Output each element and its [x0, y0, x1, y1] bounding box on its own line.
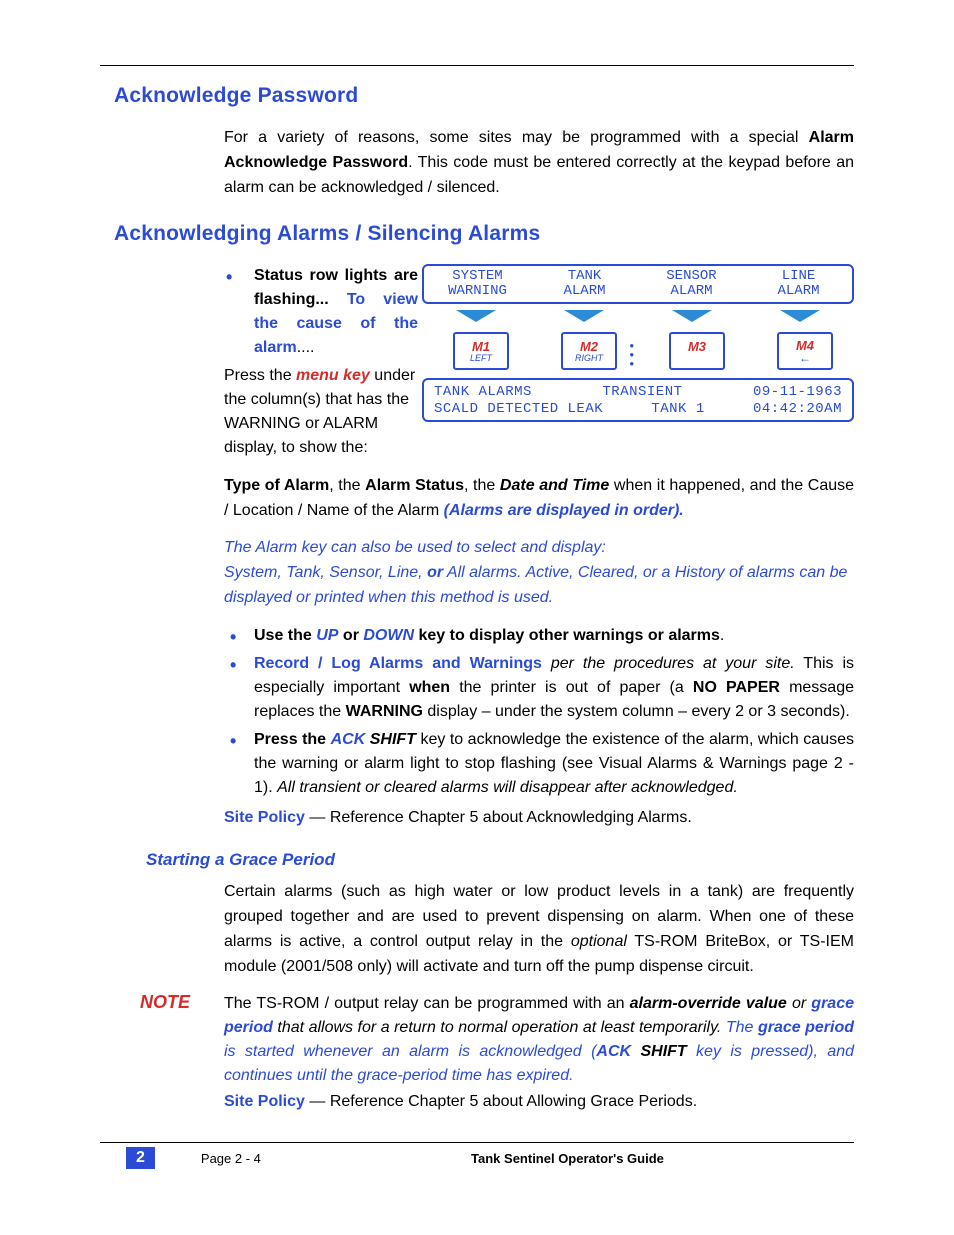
text: The TS-ROM / output relay can be program… — [224, 995, 630, 1012]
text: For a variety of reasons, some sites may… — [224, 129, 809, 146]
menu-key-m4: M4 ← — [777, 332, 833, 370]
heading-ack-alarms: Acknowledging Alarms / Silencing Alarms — [114, 222, 854, 246]
text: alarm-override value — [630, 995, 787, 1012]
status-text: TANK ALARM — [531, 269, 638, 300]
text: Alarm Status — [365, 477, 464, 494]
italic-note: The Alarm key can also be used to select… — [224, 536, 854, 610]
heading-ack-password: Acknowledge Password — [114, 84, 854, 108]
ack-key: ACK — [596, 1043, 631, 1060]
status-text: SYSTEM WARNING — [424, 269, 531, 300]
text: — Reference Chapter 5 about Acknowledgin… — [305, 809, 692, 826]
text: — Reference Chapter 5 about Allowing Gra… — [305, 1093, 697, 1110]
note-label: NOTE — [100, 992, 224, 1114]
menu-key-m3: M3 — [669, 332, 725, 370]
text: per the procedures at your site. — [542, 655, 795, 672]
type-of-alarm-para: Type of Alarm, the Alarm Status, the Dat… — [224, 474, 854, 524]
led-icon — [746, 310, 854, 324]
page-footer: 2 Page 2 - 4 Tank Sentinel Operator's Gu… — [100, 1142, 854, 1169]
text: System, Tank, Sensor, Line, — [224, 564, 427, 581]
note-text: NOTE — [140, 992, 190, 1012]
page-number: Page 2 - 4 — [201, 1151, 401, 1166]
site-policy-label: Site Policy — [224, 809, 305, 826]
status-text: LINE ALARM — [745, 269, 852, 300]
menu-keys-row: ●●● M1 LEFT M2 RIGHT M3 M4 — [422, 330, 854, 372]
status-cell: LINE ALARM — [745, 269, 852, 300]
menu-key-m2: M2 RIGHT — [561, 332, 617, 370]
lcd-text: TRANSIENT — [602, 384, 682, 401]
keypad-diagram: SYSTEM WARNING TANK ALARM SENSOR ALARM L… — [422, 264, 854, 460]
status-cell: TANK ALARM — [531, 269, 638, 300]
bullet-status-flashing: Status row lights are flashing... To vie… — [224, 264, 418, 360]
text: Type of Alarm — [224, 477, 329, 494]
bullet-ack-shift: Press the ACK SHIFT key to acknowledge t… — [224, 728, 854, 800]
text: The Alarm key can also be used to select… — [224, 536, 854, 561]
arrow-left-icon: ← — [799, 354, 811, 364]
menu-key-text: menu key — [296, 367, 370, 384]
text: (Alarms are displayed in order). — [444, 502, 684, 519]
site-policy-2: Site Policy — Reference Chapter 5 about … — [224, 1090, 854, 1114]
text: or — [427, 564, 443, 581]
text: that allows for a return to normal opera… — [273, 1019, 726, 1036]
status-cell: SENSOR ALARM — [638, 269, 745, 300]
text: All transient or cleared alarms will dis… — [277, 779, 738, 796]
text: WARNING — [346, 703, 423, 720]
text: or — [338, 627, 363, 644]
grace-para: Certain alarms (such as high water or lo… — [224, 880, 854, 979]
key-sub: LEFT — [470, 354, 492, 363]
site-policy-1: Site Policy — Reference Chapter 5 about … — [224, 806, 854, 830]
status-cell: SYSTEM WARNING — [424, 269, 531, 300]
led-icon — [638, 310, 746, 324]
lcd-text: TANK 1 — [651, 401, 704, 418]
footer-title: Tank Sentinel Operator's Guide — [401, 1151, 854, 1166]
text: Press the — [224, 367, 296, 384]
text: Date and Time — [500, 477, 609, 494]
lcd-text: 04:42:20AM — [753, 401, 842, 418]
text: , the — [329, 477, 365, 494]
text: when — [409, 679, 450, 696]
lcd-text: 09-11-1963 — [753, 384, 842, 401]
key-label: M1 — [472, 340, 490, 353]
heading-grace-period: Starting a Grace Period — [146, 850, 854, 870]
dots-icon: ●●● — [629, 330, 634, 378]
key-label: M2 — [580, 340, 598, 353]
text: . — [720, 627, 724, 644]
text: .... — [297, 339, 315, 356]
site-policy-label: Site Policy — [224, 1093, 305, 1110]
text: or — [787, 995, 811, 1012]
chapter-badge: 2 — [126, 1147, 155, 1169]
note-body: The TS-ROM / output relay can be program… — [224, 992, 854, 1114]
text: optional — [571, 933, 627, 950]
status-row: SYSTEM WARNING TANK ALARM SENSOR ALARM L… — [422, 264, 854, 304]
key-sub: RIGHT — [575, 354, 603, 363]
menu-key-m1: M1 LEFT — [453, 332, 509, 370]
led-icon — [422, 310, 530, 324]
bullet-record-log: Record / Log Alarms and Warnings per the… — [224, 652, 854, 724]
text: Press the — [254, 731, 331, 748]
led-icon — [530, 310, 638, 324]
text: key to display other warnings or alarms — [414, 627, 720, 644]
ack-password-para: For a variety of reasons, some sites may… — [224, 126, 854, 200]
lcd-text: TANK ALARMS — [434, 384, 532, 401]
text: the printer is out of paper (a — [450, 679, 693, 696]
up-key: UP — [316, 627, 338, 644]
key-sub — [696, 354, 699, 363]
lcd-text: SCALD DETECTED LEAK — [434, 401, 603, 418]
down-key: DOWN — [363, 627, 414, 644]
lcd-display: TANK ALARMS TRANSIENT 09-11-1963 SCALD D… — [422, 378, 854, 422]
press-menu-text: Press the menu key under the column(s) t… — [224, 364, 418, 460]
text: Record / Log Alarms and Warnings — [254, 655, 542, 672]
text: NO PAPER — [693, 679, 780, 696]
led-row — [422, 310, 854, 324]
text: display – under the system column – ever… — [423, 703, 850, 720]
text: , the — [464, 477, 500, 494]
bullet-up-down: Use the UP or DOWN key to display other … — [224, 624, 854, 648]
text: is started whenever an alarm is acknowle… — [224, 1043, 596, 1060]
ack-key: ACK — [331, 731, 366, 748]
shift-key: SHIFT — [365, 731, 416, 748]
grace-period-text: grace period — [758, 1019, 854, 1036]
status-text: SENSOR ALARM — [638, 269, 745, 300]
text: Use the — [254, 627, 316, 644]
key-label: M3 — [688, 340, 706, 353]
text: The — [726, 1019, 758, 1036]
